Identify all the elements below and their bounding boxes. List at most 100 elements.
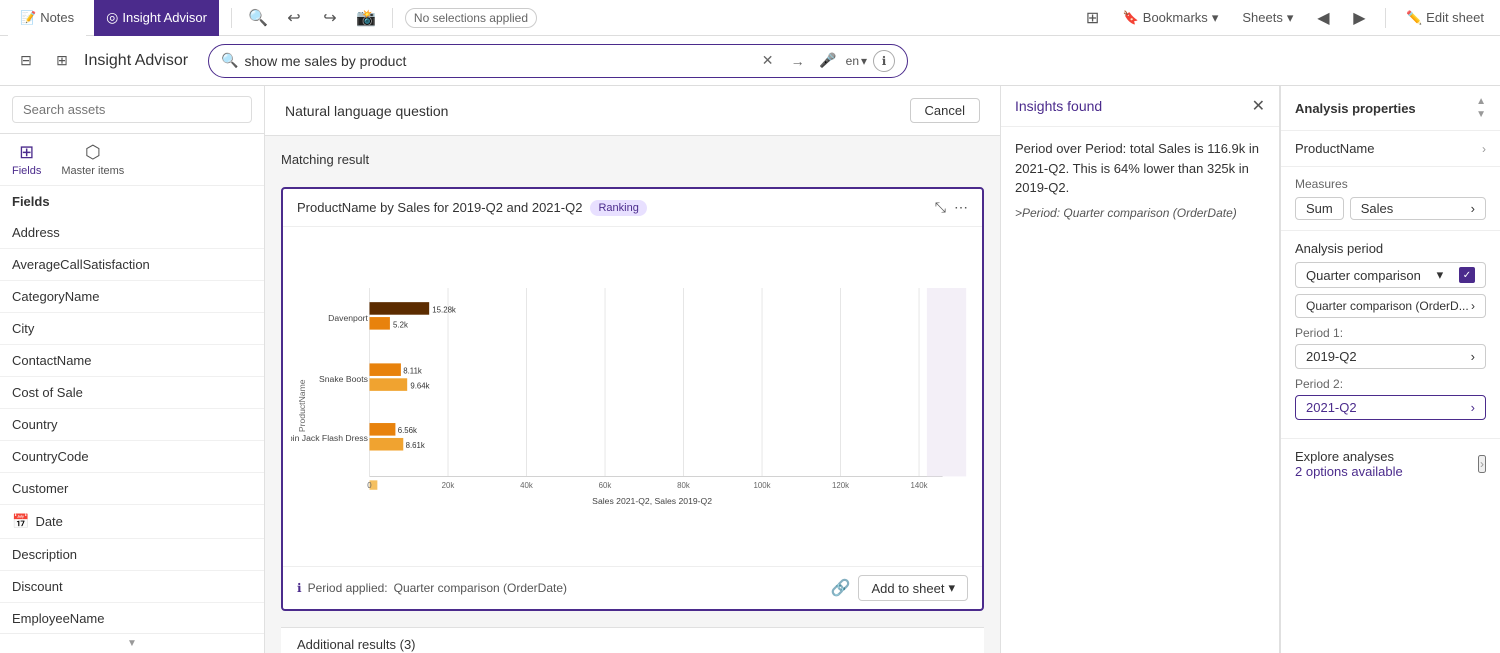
analysis-scroll-up-btn[interactable]: ▲ [1476, 96, 1486, 107]
second-bar: ⊟ ⊞ Insight Advisor 🔍 ✕ → 🎤 en ▾ ℹ [0, 36, 1500, 86]
submit-search-btn[interactable]: → [786, 49, 810, 73]
period-comparison-label: Quarter comparison (OrderD... [1306, 299, 1469, 313]
period-comparison-chevron: › [1471, 299, 1475, 313]
sidebar-item-address[interactable]: Address [0, 217, 264, 249]
product-name-label: ProductName [1295, 141, 1374, 156]
left-panel-toggle-btn[interactable]: ⊟ [12, 47, 40, 75]
period-comparison-link[interactable]: Quarter comparison (OrderD... › [1295, 294, 1486, 318]
sidebar-item-averagecall[interactable]: AverageCallSatisfaction [0, 249, 264, 281]
sales-measure-btn[interactable]: Sales › [1350, 197, 1486, 220]
sidebar-item-categoryname[interactable]: CategoryName [0, 281, 264, 313]
insight-advisor-tab-label: Insight Advisor [122, 10, 207, 25]
footer-actions: 🔗 Add to sheet ▾ [831, 575, 968, 601]
product-name-field-btn[interactable]: ProductName › [1295, 141, 1486, 156]
davenport-2019-bar [370, 302, 430, 315]
grid-btn[interactable]: ⊞ [1079, 4, 1107, 32]
explore-sub[interactable]: 2 options available [1295, 464, 1403, 479]
insight-advisor-tab[interactable]: ◎ Insight Advisor [94, 0, 219, 36]
measures-section: Measures Sum Sales › [1281, 167, 1500, 231]
notes-tab[interactable]: 📝 Notes [8, 0, 86, 36]
matching-result-label: Matching result [281, 152, 984, 167]
more-options-btn[interactable]: ⋯ [954, 199, 968, 216]
employeename-label: EmployeeName [12, 611, 105, 626]
undo-btn[interactable]: ↩ [280, 4, 308, 32]
svg-text:8.11k: 8.11k [403, 367, 422, 376]
insights-body: Period over Period: total Sales is 116.9… [1001, 127, 1279, 232]
jjfd-2021-bar [370, 438, 404, 451]
sidebar-search-input[interactable] [12, 96, 252, 123]
svg-text:20k: 20k [442, 481, 455, 490]
notes-label: Notes [40, 10, 74, 25]
sidebar-item-customer[interactable]: Customer [0, 473, 264, 505]
sidebar-item-costofsale[interactable]: Cost of Sale [0, 377, 264, 409]
bookmarks-chevron: ▾ [1212, 10, 1219, 26]
sidebar-item-discount[interactable]: Discount [0, 571, 264, 603]
svg-text:100k: 100k [754, 481, 771, 490]
analysis-scroll-down-btn[interactable]: ▼ [1476, 109, 1486, 120]
period2-value-btn[interactable]: 2021-Q2 › [1295, 395, 1486, 420]
sidebar-item-contactname[interactable]: ContactName [0, 345, 264, 377]
selection-status: No selections applied [405, 8, 537, 28]
next-sheet-btn[interactable]: ▶ [1345, 4, 1373, 32]
search-bar-actions: ✕ → 🎤 en ▾ ℹ [756, 49, 895, 73]
period-dropdown[interactable]: Quarter comparison ▾ ✓ [1295, 262, 1486, 288]
search-bar-icon: 🔍 [221, 52, 238, 69]
period-applied-value: Quarter comparison (OrderDate) [394, 581, 567, 595]
period-checkbox[interactable]: ✓ [1459, 267, 1475, 283]
snapshot-btn[interactable]: 📸 [352, 4, 380, 32]
bookmarks-btn[interactable]: 🔖 Bookmarks ▾ [1115, 8, 1227, 28]
discount-label: Discount [12, 579, 63, 594]
sidebar-scroll-down-btn[interactable]: ▼ [127, 638, 137, 649]
sidebar-master-items-btn[interactable]: ⬡ Master items [61, 142, 124, 177]
sheets-btn[interactable]: Sheets ▾ [1234, 8, 1301, 28]
description-label: Description [12, 547, 77, 562]
sidebar-item-description[interactable]: Description [0, 539, 264, 571]
edit-sheet-btn[interactable]: ✏️ Edit sheet [1398, 8, 1492, 28]
add-to-sheet-btn[interactable]: Add to sheet ▾ [858, 575, 968, 601]
additional-results-tab[interactable]: Additional results (3) [281, 627, 984, 653]
search-input[interactable] [245, 53, 756, 69]
cancel-btn[interactable]: Cancel [910, 98, 980, 123]
svg-text:60k: 60k [599, 481, 612, 490]
sidebar-list: Address AverageCallSatisfaction Category… [0, 217, 264, 633]
sidebar-item-city[interactable]: City [0, 313, 264, 345]
snakeboots-2019-bar [370, 363, 401, 376]
search-bar[interactable]: 🔍 ✕ → 🎤 en ▾ ℹ [208, 44, 908, 78]
sales-chevron: › [1471, 201, 1475, 216]
language-btn[interactable]: en ▾ [846, 54, 867, 68]
right-panel-toggle-btn[interactable]: ⊞ [48, 47, 76, 75]
svg-text:0: 0 [367, 481, 372, 490]
prev-sheet-btn[interactable]: ◀ [1309, 4, 1337, 32]
svg-text:140k: 140k [911, 481, 928, 490]
chart-title-area: ProductName by Sales for 2019-Q2 and 202… [297, 200, 647, 216]
voice-search-btn[interactable]: 🎤 [816, 49, 840, 73]
sidebar-fields-btn[interactable]: ⊞ Fields [12, 142, 41, 177]
period2-chevron: › [1471, 400, 1475, 415]
toolbar-separator-3 [1385, 8, 1386, 28]
link-btn[interactable]: 🔗 [831, 578, 851, 598]
clear-search-btn[interactable]: ✕ [756, 49, 780, 73]
product-name-chevron: › [1482, 142, 1486, 156]
search-tool-btn[interactable]: 🔍 [244, 4, 272, 32]
svg-text:Davenport: Davenport [328, 313, 368, 323]
explore-title: Explore analyses [1295, 449, 1403, 464]
analysis-period-title: Analysis period [1295, 241, 1486, 256]
insights-close-btn[interactable]: ✕ [1252, 96, 1265, 116]
explore-chevron-btn[interactable]: › [1478, 455, 1486, 473]
ranking-badge: Ranking [590, 200, 646, 216]
sidebar-item-countrycode[interactable]: CountryCode [0, 441, 264, 473]
fullscreen-btn[interactable]: ⤡ [935, 199, 946, 216]
fields-label: Fields [12, 165, 41, 177]
svg-text:15.28k: 15.28k [432, 305, 456, 314]
sidebar-item-country[interactable]: Country [0, 409, 264, 441]
period1-value-btn[interactable]: 2019-Q2 › [1295, 344, 1486, 369]
redo-btn[interactable]: ↪ [316, 4, 344, 32]
sidebar-item-date[interactable]: 📅 Date [0, 505, 264, 539]
add-sheet-label: Add to sheet [871, 581, 944, 596]
sidebar-item-employeename[interactable]: EmployeeName [0, 603, 264, 633]
insights-subtext: >Period: Quarter comparison (OrderDate) [1015, 206, 1265, 220]
info-btn[interactable]: ℹ [873, 50, 895, 72]
period1-label: Period 1: [1295, 326, 1486, 340]
sidebar: ⊞ Fields ⬡ Master items Fields Address A… [0, 86, 265, 653]
sales-label: Sales [1361, 201, 1394, 216]
